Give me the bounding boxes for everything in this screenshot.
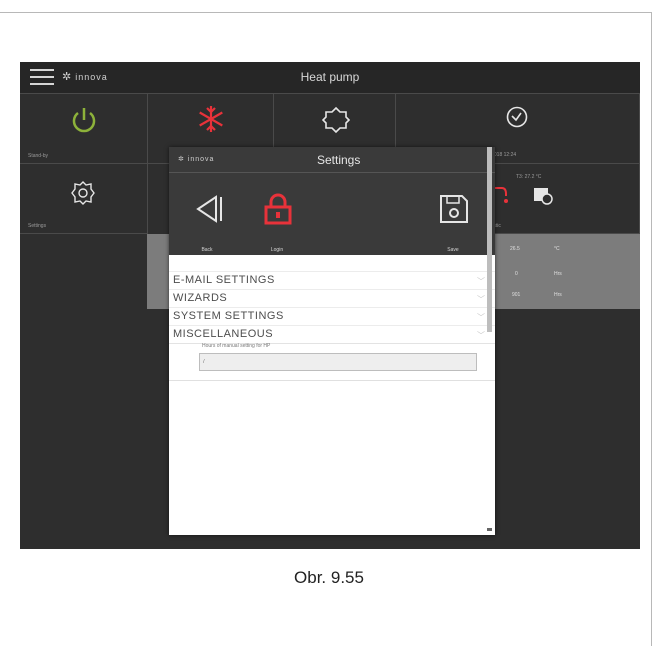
sun-icon <box>322 106 350 134</box>
manual-hours-input[interactable] <box>199 353 477 371</box>
menu-item-wizards[interactable]: WIZARDS ﹀ <box>169 289 495 308</box>
section-divider <box>169 380 495 381</box>
chevron-down-icon: ﹀ <box>477 277 485 286</box>
chevron-down-icon: ﹀ <box>477 331 485 340</box>
dialog-brand-logo: ✲ innova <box>178 156 215 163</box>
settings-menu: E-MAIL SETTINGS ﹀ WIZARDS ﹀ SYSTEM SETTI… <box>169 271 495 344</box>
gear-icon <box>71 181 95 205</box>
table-unit: Hrs <box>554 271 562 277</box>
manual-hours-label: Hours of manual setting for HP <box>202 343 271 349</box>
power-icon <box>72 108 96 133</box>
login-label: Login <box>270 247 284 253</box>
header-divider <box>169 172 495 173</box>
menu-item-label: E-MAIL SETTINGS <box>173 274 275 286</box>
save-label: Save <box>447 247 459 253</box>
save-icon <box>440 195 468 223</box>
table-value: 26.5 <box>510 246 520 252</box>
table-unit: Hrs <box>554 292 562 298</box>
back-icon <box>196 195 222 223</box>
table-value: 0 <box>515 271 518 277</box>
menu-item-system-settings[interactable]: SYSTEM SETTINGS ﹀ <box>169 307 495 326</box>
dialog-header: ✲ innova Settings Back Login Save <box>169 147 495 255</box>
login-button[interactable]: Login <box>247 175 307 253</box>
menu-item-miscellaneous[interactable]: MISCELLANEOUS ﹀ <box>169 325 495 344</box>
menu-item-label: MISCELLANEOUS <box>173 328 274 340</box>
t3-temperature: T3: 27.2 °C <box>516 174 542 180</box>
scrollbar-end <box>487 528 492 531</box>
table-value: 901 <box>512 292 521 298</box>
clock-icon <box>506 106 528 128</box>
snowflake-icon <box>199 106 223 132</box>
menu-item-label: WIZARDS <box>173 292 228 304</box>
settings-dialog: ✲ innova Settings Back Login Save E-MAIL… <box>169 147 495 535</box>
standby-tile[interactable]: Stand-by <box>20 94 148 164</box>
table-unit: °C <box>554 246 560 252</box>
save-button[interactable]: Save <box>423 175 483 253</box>
standby-label: Stand-by <box>28 153 49 159</box>
figure-caption: Obr. 9.55 <box>294 568 364 587</box>
back-label: Back <box>201 247 213 253</box>
dialog-scrollbar[interactable] <box>487 147 492 531</box>
menu-item-label: SYSTEM SETTINGS <box>173 310 284 322</box>
app-screen: ✲ innova Heat pump Stand-by 7/10/2018 12:… <box>20 62 640 549</box>
scrollbar-thumb[interactable] <box>487 147 492 332</box>
top-bar: ✲ innova Heat pump <box>20 62 640 94</box>
back-button[interactable]: Back <box>177 175 237 253</box>
chevron-down-icon: ﹀ <box>477 313 485 322</box>
app-title: Heat pump <box>300 70 360 84</box>
menu-item-email-settings[interactable]: E-MAIL SETTINGS ﹀ <box>169 271 495 290</box>
chevron-down-icon: ﹀ <box>477 295 485 304</box>
calendar-clock-icon <box>534 188 553 205</box>
settings-label: Settings <box>28 223 47 229</box>
lock-icon <box>264 193 292 225</box>
settings-tile[interactable]: Settings <box>20 164 148 234</box>
dialog-title: Settings <box>317 153 361 167</box>
